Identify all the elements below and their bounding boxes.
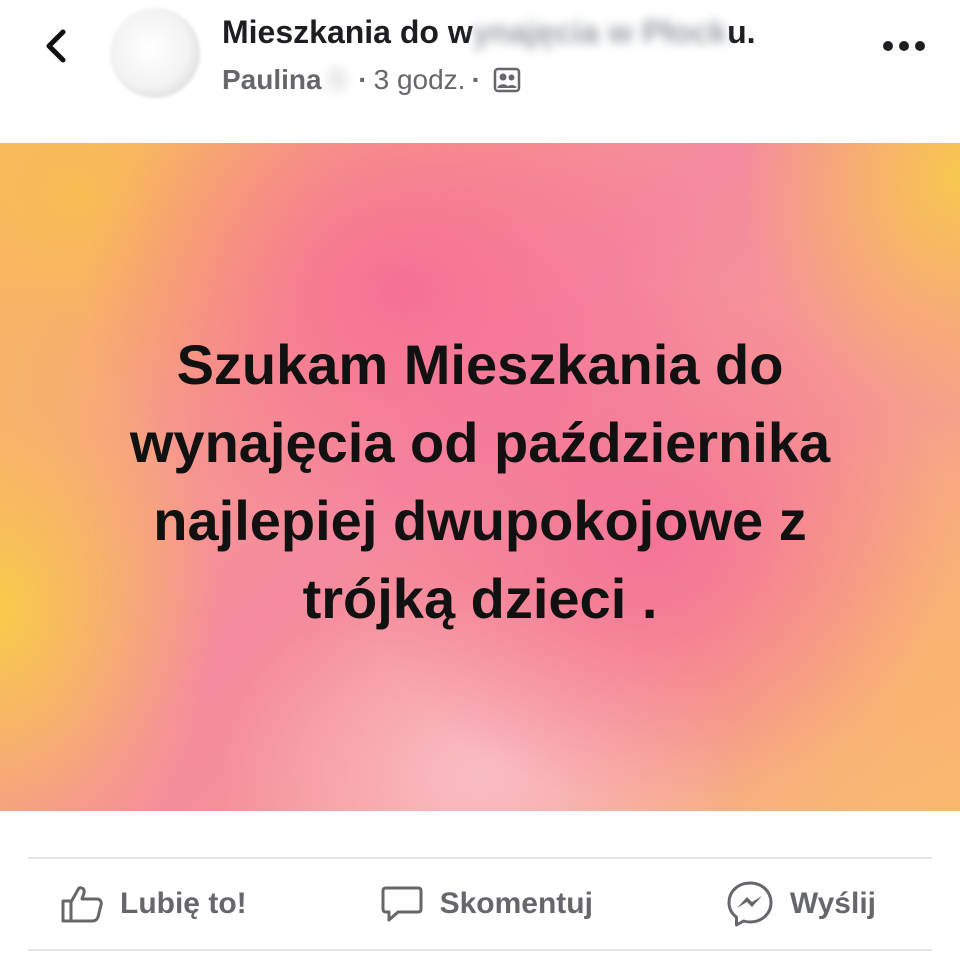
post-header: Mieszkania do wynajęcia w Płocku. Paulin… bbox=[0, 0, 960, 140]
send-label: Wyślij bbox=[789, 887, 876, 920]
comment-button[interactable]: Skomentuj bbox=[380, 874, 593, 934]
group-members-icon bbox=[493, 66, 521, 94]
post-meta: Paulina S · 3 godz. · bbox=[222, 60, 521, 100]
post-time[interactable]: 3 godz. bbox=[374, 64, 466, 96]
author-name[interactable]: Paulina bbox=[222, 64, 322, 96]
author-name-obscured: S bbox=[327, 64, 347, 95]
group-title-visible: Mieszkania do w bbox=[222, 14, 473, 50]
comment-label: Skomentuj bbox=[439, 887, 593, 920]
post-actions-bar: Lubię to! Skomentuj Wyślij bbox=[28, 859, 932, 949]
like-label: Lubię to! bbox=[120, 887, 247, 920]
post-background: Szukam Mieszkania do wynajęcia od paździ… bbox=[0, 143, 960, 811]
comment-bubble-icon bbox=[380, 884, 424, 924]
group-avatar[interactable] bbox=[110, 8, 200, 98]
thumbs-up-icon bbox=[60, 884, 104, 924]
meta-separator-2: · bbox=[471, 64, 481, 95]
post-text: Szukam Mieszkania do wynajęcia od paździ… bbox=[129, 333, 831, 630]
send-button[interactable]: Wyślij bbox=[726, 874, 876, 934]
group-title[interactable]: Mieszkania do wynajęcia w Płocku. bbox=[222, 10, 756, 54]
actions-divider-bottom bbox=[28, 949, 932, 951]
meta-separator: · bbox=[358, 64, 368, 95]
like-button[interactable]: Lubię to! bbox=[60, 874, 247, 934]
more-horizontal-icon bbox=[883, 41, 925, 51]
chevron-left-icon bbox=[46, 29, 66, 63]
messenger-icon bbox=[726, 880, 774, 928]
more-options-button[interactable] bbox=[876, 28, 932, 64]
group-title-end: u. bbox=[727, 14, 756, 50]
group-title-obscured: ynajęcia w Płock bbox=[472, 14, 728, 50]
back-button[interactable] bbox=[32, 22, 80, 70]
